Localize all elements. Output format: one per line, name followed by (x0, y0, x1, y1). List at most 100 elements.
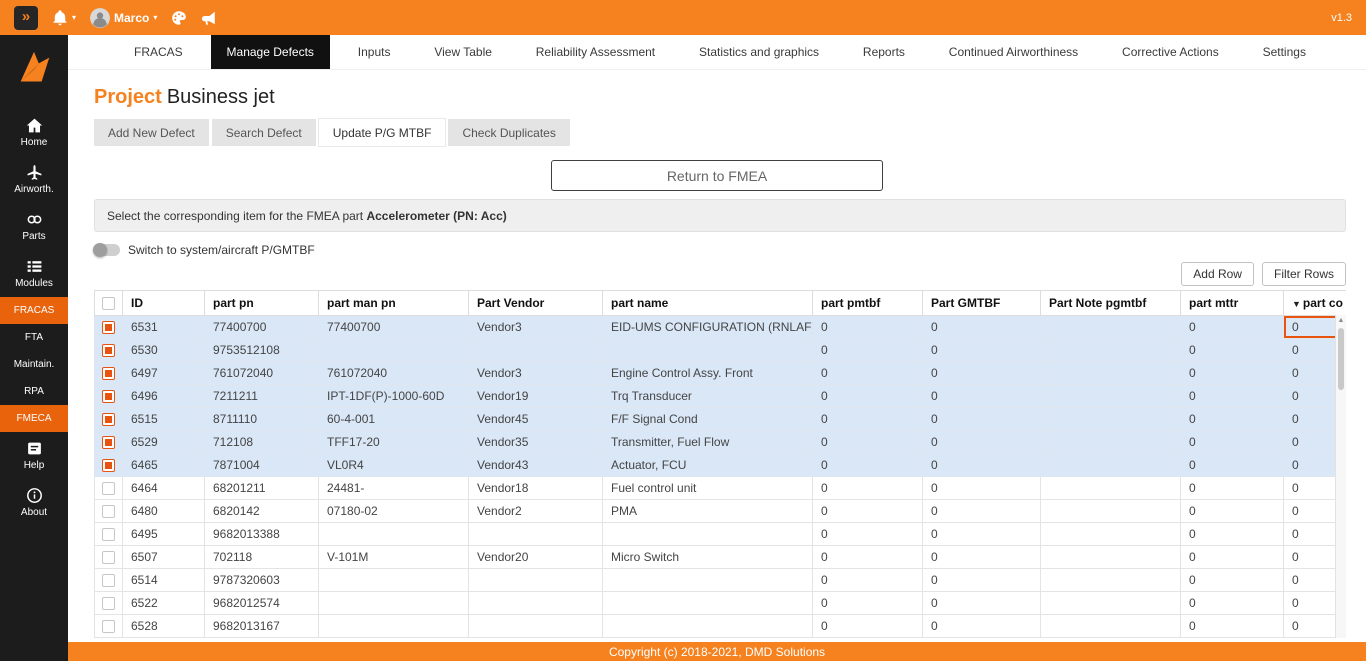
tab-settings[interactable]: Settings (1247, 35, 1322, 69)
pgmtbf-toggle[interactable] (94, 244, 120, 256)
cell-part_man_pn[interactable]: 77400700 (319, 316, 469, 339)
column-header-part_co[interactable]: ▼part co (1284, 291, 1347, 316)
cell-part_gmtbf[interactable]: 0 (923, 523, 1041, 546)
column-header-id[interactable]: ID (123, 291, 205, 316)
cell-part_vendor[interactable]: Vendor19 (469, 385, 603, 408)
cell-part_man_pn[interactable]: V-101M (319, 546, 469, 569)
cell-part_mttr[interactable]: 0 (1181, 546, 1284, 569)
cell-part_note_pgmtbf[interactable] (1041, 316, 1181, 339)
cell-part_name[interactable]: EID-UMS CONFIGURATION (RNLAF) (603, 316, 813, 339)
cell-part_mttr[interactable]: 0 (1181, 385, 1284, 408)
cell-part_note_pgmtbf[interactable] (1041, 477, 1181, 500)
cell-part_gmtbf[interactable]: 0 (923, 569, 1041, 592)
row-checkbox[interactable] (102, 574, 115, 587)
scroll-up-icon[interactable]: ▲ (1336, 315, 1346, 327)
subtab-add-new-defect[interactable]: Add New Defect (94, 119, 209, 146)
cell-part_note_pgmtbf[interactable] (1041, 546, 1181, 569)
row-checkbox-cell[interactable] (95, 523, 123, 546)
sidebar-item-parts[interactable]: Parts (0, 203, 68, 250)
cell-part_note_pgmtbf[interactable] (1041, 592, 1181, 615)
cell-part_pn[interactable]: 761072040 (205, 362, 319, 385)
tab-statistics-and-graphics[interactable]: Statistics and graphics (683, 35, 835, 69)
cell-part_pmtbf[interactable]: 0 (813, 316, 923, 339)
row-checkbox[interactable] (102, 390, 115, 403)
cell-part_gmtbf[interactable]: 0 (923, 454, 1041, 477)
column-header-part_pn[interactable]: part pn (205, 291, 319, 316)
cell-part_pmtbf[interactable]: 0 (813, 408, 923, 431)
cell-id[interactable]: 6497 (123, 362, 205, 385)
row-checkbox-cell[interactable] (95, 592, 123, 615)
cell-id[interactable]: 6464 (123, 477, 205, 500)
row-checkbox[interactable] (102, 620, 115, 633)
notifications-button[interactable]: ▾ (52, 10, 76, 26)
tab-fracas[interactable]: FRACAS (118, 35, 199, 69)
cell-part_gmtbf[interactable]: 0 (923, 431, 1041, 454)
cell-part_vendor[interactable]: Vendor20 (469, 546, 603, 569)
cell-part_pmtbf[interactable]: 0 (813, 339, 923, 362)
cell-part_name[interactable] (603, 615, 813, 638)
cell-part_pmtbf[interactable]: 0 (813, 454, 923, 477)
cell-part_note_pgmtbf[interactable] (1041, 523, 1181, 546)
cell-part_mttr[interactable]: 0 (1181, 454, 1284, 477)
table-row[interactable]: 6507702118V-101MVendor20Micro Switch0000 (95, 546, 1347, 569)
cell-part_mttr[interactable]: 0 (1181, 523, 1284, 546)
cell-part_pn[interactable]: 712108 (205, 431, 319, 454)
table-row[interactable]: 649596820133880000 (95, 523, 1347, 546)
cell-part_gmtbf[interactable]: 0 (923, 615, 1041, 638)
subtab-update-p-g-mtbf[interactable]: Update P/G MTBF (319, 119, 446, 146)
cell-part_man_pn[interactable] (319, 615, 469, 638)
cell-part_pn[interactable]: 9753512108 (205, 339, 319, 362)
cell-part_gmtbf[interactable]: 0 (923, 500, 1041, 523)
cell-part_note_pgmtbf[interactable] (1041, 431, 1181, 454)
tab-inputs[interactable]: Inputs (342, 35, 407, 69)
cell-part_mttr[interactable]: 0 (1181, 408, 1284, 431)
tab-reports[interactable]: Reports (847, 35, 921, 69)
cell-part_vendor[interactable]: Vendor45 (469, 408, 603, 431)
cell-part_name[interactable]: Trq Transducer (603, 385, 813, 408)
tab-continued-airworthiness[interactable]: Continued Airworthiness (933, 35, 1094, 69)
cell-part_gmtbf[interactable]: 0 (923, 477, 1041, 500)
cell-id[interactable]: 6528 (123, 615, 205, 638)
table-scrollbar[interactable]: ▲ (1335, 315, 1346, 638)
cell-part_name[interactable]: Actuator, FCU (603, 454, 813, 477)
row-checkbox[interactable] (102, 505, 115, 518)
cell-part_pmtbf[interactable]: 0 (813, 569, 923, 592)
row-checkbox-cell[interactable] (95, 385, 123, 408)
cell-part_note_pgmtbf[interactable] (1041, 615, 1181, 638)
cell-part_pn[interactable]: 9682013388 (205, 523, 319, 546)
cell-part_note_pgmtbf[interactable] (1041, 569, 1181, 592)
cell-part_man_pn[interactable] (319, 523, 469, 546)
sidebar-item-modules[interactable]: Modules (0, 250, 68, 297)
cell-id[interactable]: 6522 (123, 592, 205, 615)
cell-part_note_pgmtbf[interactable] (1041, 339, 1181, 362)
table-row[interactable]: 6515871111060-4-001Vendor45F/F Signal Co… (95, 408, 1347, 431)
select-all-checkbox[interactable] (102, 297, 115, 310)
cell-part_gmtbf[interactable]: 0 (923, 362, 1041, 385)
row-checkbox-cell[interactable] (95, 408, 123, 431)
cell-part_name[interactable]: F/F Signal Cond (603, 408, 813, 431)
cell-part_name[interactable]: Engine Control Assy. Front (603, 362, 813, 385)
sidebar-item-airworth[interactable]: Airworth. (0, 156, 68, 203)
sidebar-item-maintain[interactable]: Maintain. (0, 351, 68, 378)
row-checkbox[interactable] (102, 597, 115, 610)
sidebar-item-fracas[interactable]: FRACAS (0, 297, 68, 324)
row-checkbox-cell[interactable] (95, 500, 123, 523)
tab-manage-defects[interactable]: Manage Defects (211, 35, 330, 69)
cell-part_pn[interactable]: 702118 (205, 546, 319, 569)
row-checkbox[interactable] (102, 482, 115, 495)
table-row[interactable]: 651497873206030000 (95, 569, 1347, 592)
cell-part_gmtbf[interactable]: 0 (923, 408, 1041, 431)
cell-id[interactable]: 6465 (123, 454, 205, 477)
return-to-fmea-button[interactable]: Return to FMEA (551, 160, 883, 191)
add-row-button[interactable]: Add Row (1181, 262, 1254, 286)
cell-part_note_pgmtbf[interactable] (1041, 362, 1181, 385)
cell-part_vendor[interactable] (469, 523, 603, 546)
cell-part_pmtbf[interactable]: 0 (813, 615, 923, 638)
cell-id[interactable]: 6529 (123, 431, 205, 454)
cell-part_mttr[interactable]: 0 (1181, 569, 1284, 592)
cell-part_name[interactable]: Fuel control unit (603, 477, 813, 500)
cell-part_mttr[interactable]: 0 (1181, 615, 1284, 638)
row-checkbox-cell[interactable] (95, 339, 123, 362)
row-checkbox[interactable] (102, 321, 115, 334)
cell-part_name[interactable] (603, 592, 813, 615)
